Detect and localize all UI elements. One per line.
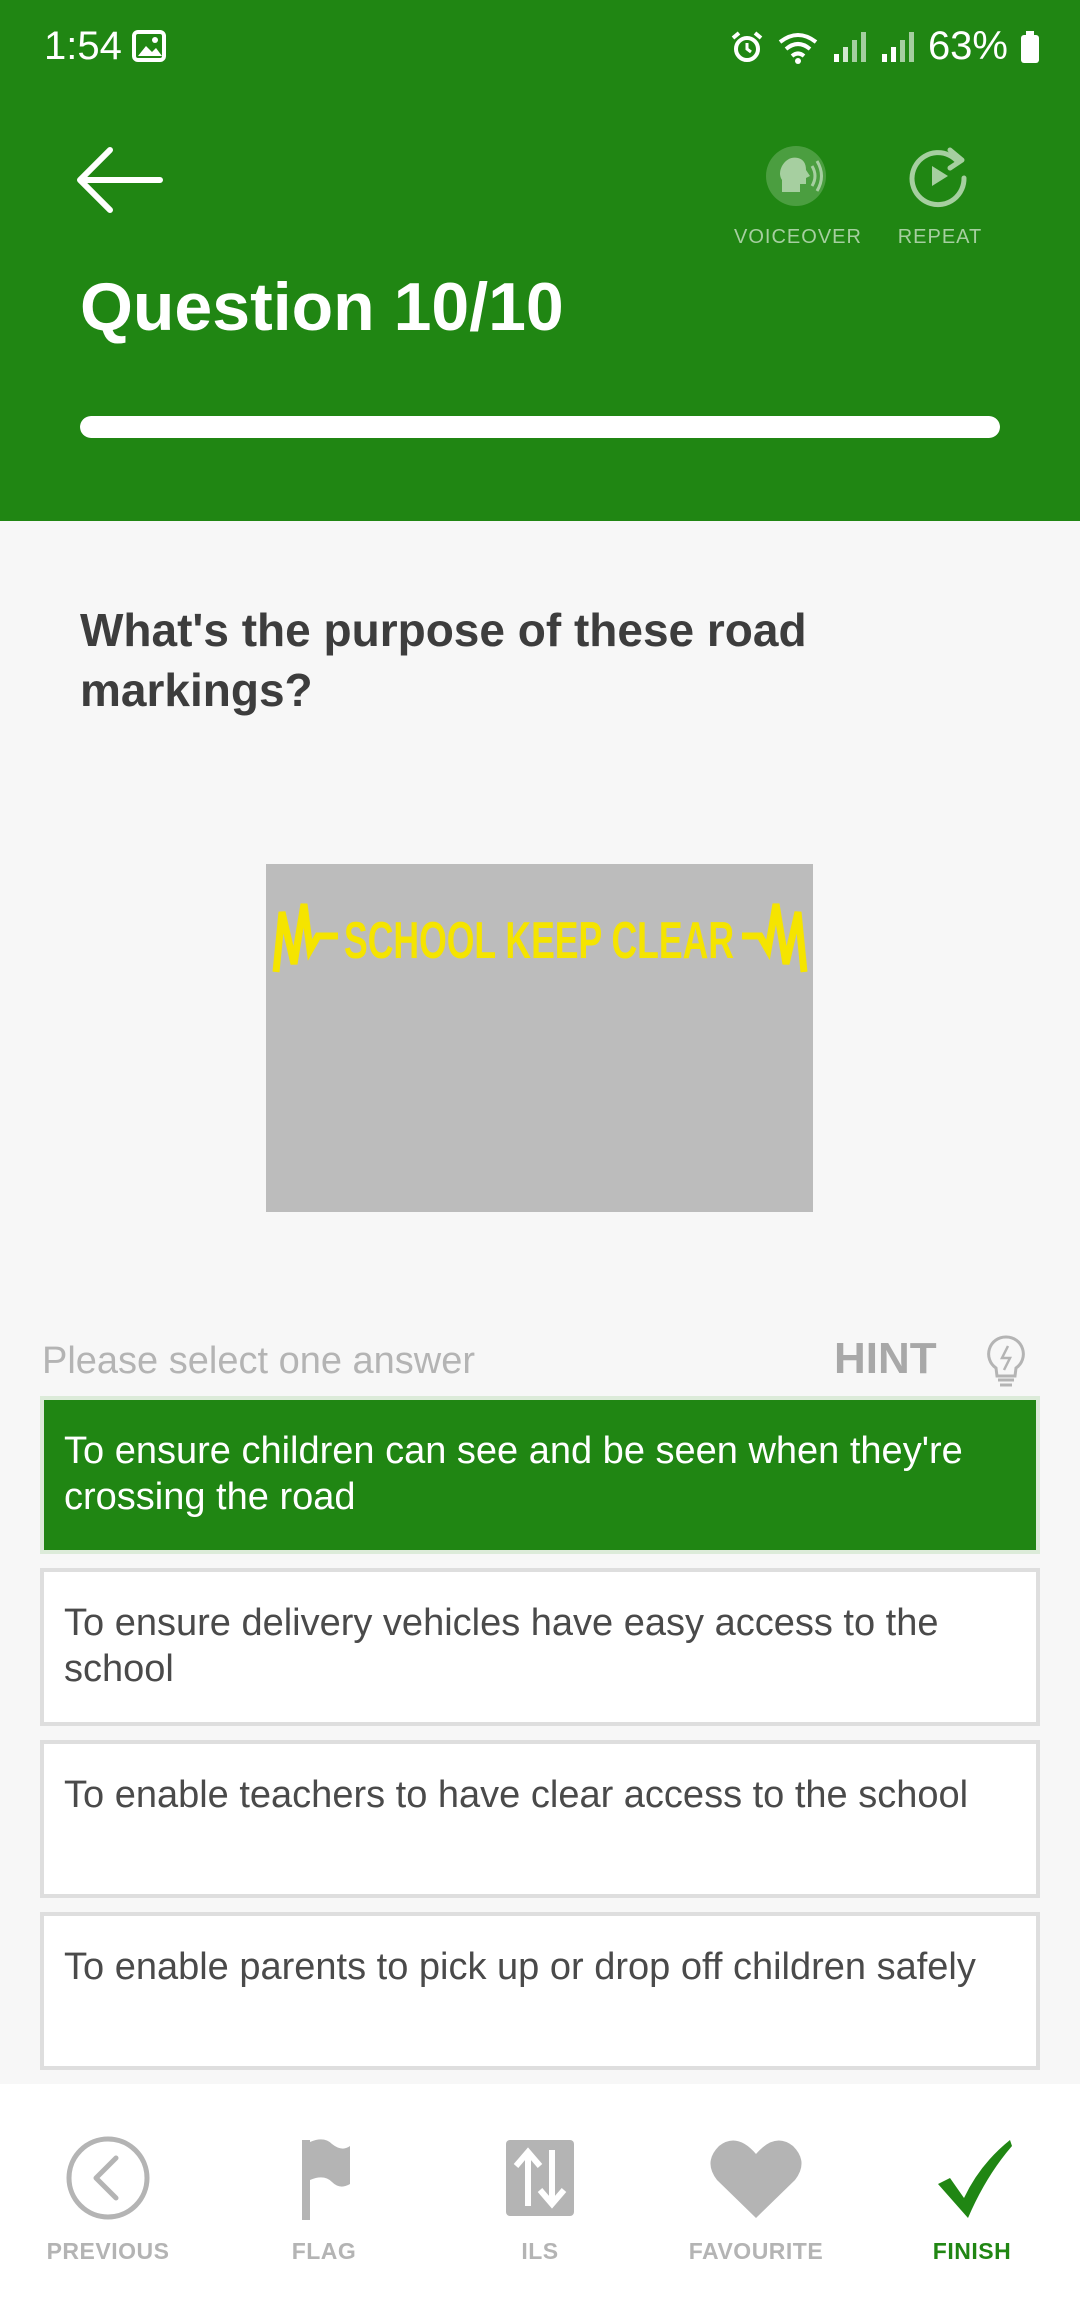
answer-option-4[interactable]: To enable parents to pick up or drop off… bbox=[40, 1912, 1040, 2070]
wifi-icon bbox=[778, 32, 818, 64]
voiceover-label: VOICEOVER bbox=[734, 226, 862, 248]
bottom-navigation: PREVIOUS FLAG ILS FAVOURITE FINISH bbox=[0, 2084, 1080, 2316]
road-marking-image: SCHOOL KEEP CLEAR bbox=[266, 864, 813, 1212]
voiceover-button[interactable]: VOICEOVER bbox=[730, 144, 866, 249]
signal-icon bbox=[833, 31, 866, 62]
ils-button[interactable]: ILS bbox=[440, 2134, 640, 2265]
battery-percentage: 63% bbox=[927, 24, 1008, 68]
flag-icon bbox=[302, 2139, 350, 2220]
answer-option-3[interactable]: To enable teachers to have clear access … bbox=[40, 1740, 1040, 1898]
previous-label: PREVIOUS bbox=[46, 2238, 170, 2264]
heart-icon bbox=[710, 2140, 802, 2218]
progress-fill bbox=[80, 416, 1000, 438]
school-keep-clear-marking: SCHOOL KEEP CLEAR bbox=[272, 903, 808, 973]
question-text: What's the purpose of these road marking… bbox=[80, 604, 807, 716]
previous-button[interactable]: PREVIOUS bbox=[8, 2134, 208, 2265]
finish-label: FINISH bbox=[932, 2238, 1012, 2264]
alarm-icon bbox=[731, 30, 763, 62]
voiceover-icon bbox=[766, 146, 826, 206]
favourite-label: FAVOURITE bbox=[688, 2238, 824, 2264]
ils-sort-icon bbox=[506, 2140, 574, 2216]
lightbulb-icon[interactable] bbox=[984, 1334, 1028, 1390]
finish-button[interactable]: FINISH bbox=[872, 2134, 1072, 2265]
hint-button[interactable]: HINT bbox=[834, 1334, 937, 1384]
answer-option-2[interactable]: To ensure delivery vehicles have easy ac… bbox=[40, 1568, 1040, 1726]
flag-label: FLAG bbox=[291, 2238, 357, 2264]
question-number-title: Question 10/10 bbox=[80, 269, 564, 345]
repeat-label: REPEAT bbox=[897, 226, 983, 248]
answer-list: To ensure children can see and be seen w… bbox=[40, 1396, 1040, 2084]
header-bar: 1:54 63% VOICEOVER REPEAT Question 10/10 bbox=[0, 0, 1080, 521]
answer-option-1[interactable]: To ensure children can see and be seen w… bbox=[40, 1396, 1040, 1554]
select-answer-prompt: Please select one answer bbox=[42, 1340, 476, 1382]
status-time: 1:54 bbox=[44, 24, 122, 68]
checkmark-icon bbox=[938, 2140, 1012, 2218]
repeat-button[interactable]: REPEAT bbox=[890, 144, 990, 249]
flag-button[interactable]: FLAG bbox=[224, 2134, 424, 2265]
gallery-notification-icon bbox=[132, 30, 166, 62]
battery-icon bbox=[1021, 30, 1039, 63]
repeat-icon bbox=[909, 147, 967, 208]
signal-icon-2 bbox=[881, 31, 914, 62]
progress-bar bbox=[80, 416, 1000, 438]
status-bar: 1:54 63% bbox=[0, 0, 1080, 96]
favourite-button[interactable]: FAVOURITE bbox=[656, 2134, 856, 2265]
chevron-left-icon bbox=[66, 2136, 150, 2220]
ils-label: ILS bbox=[521, 2238, 559, 2264]
back-arrow-icon[interactable] bbox=[70, 140, 170, 220]
marking-text: SCHOOL KEEP CLEAR bbox=[344, 912, 734, 970]
